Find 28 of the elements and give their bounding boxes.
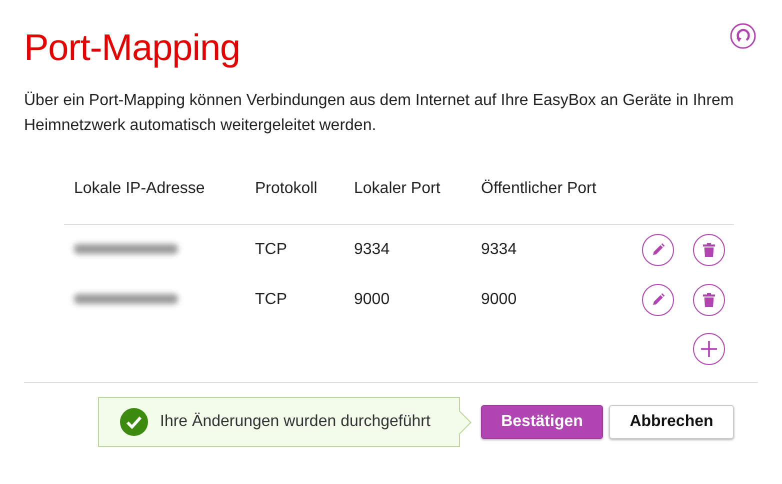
table-cell-text: 9334: [353, 241, 391, 259]
column-header: Protokoll: [254, 179, 318, 199]
table-cell-text: 9000: [353, 291, 391, 309]
trash-icon: [702, 292, 716, 308]
checkmark-icon: [120, 408, 148, 436]
table-cell-text: 9334: [480, 241, 518, 259]
help-button[interactable]: [728, 21, 758, 51]
pencil-icon: [650, 242, 666, 258]
help-icon: [730, 23, 756, 49]
table-cell-text: TCP: [254, 241, 288, 259]
delete-button[interactable]: [693, 234, 725, 266]
table-cell-text: TCP: [254, 291, 288, 309]
edit-button[interactable]: [642, 284, 674, 316]
plus-icon: [700, 340, 718, 358]
confirm-button[interactable]: Bestätigen: [481, 405, 603, 439]
column-header: Öffentlicher Port: [480, 178, 598, 199]
page-title: Port-Mapping: [24, 26, 240, 70]
pencil-icon: [650, 292, 666, 308]
trash-icon: [702, 242, 716, 258]
notification-text: Ihre Änderungen wurden durchgeführt: [160, 413, 430, 431]
add-button[interactable]: [693, 333, 725, 365]
column-header: Lokale IP-Adresse: [73, 179, 206, 199]
edit-button[interactable]: [642, 234, 674, 266]
column-header: Lokaler Port: [353, 179, 442, 199]
table-cell-text: 9000: [480, 291, 518, 309]
cancel-button[interactable]: Abbrechen: [609, 405, 734, 439]
delete-button[interactable]: [693, 284, 725, 316]
description-text: Über ein Port-Mapping können Verbindungen aus dem Internet auf Ihre EasyBox an Geräte in Ihrem Heimnetzwerk automatisch weitergeleitet werden.: [24, 90, 735, 136]
